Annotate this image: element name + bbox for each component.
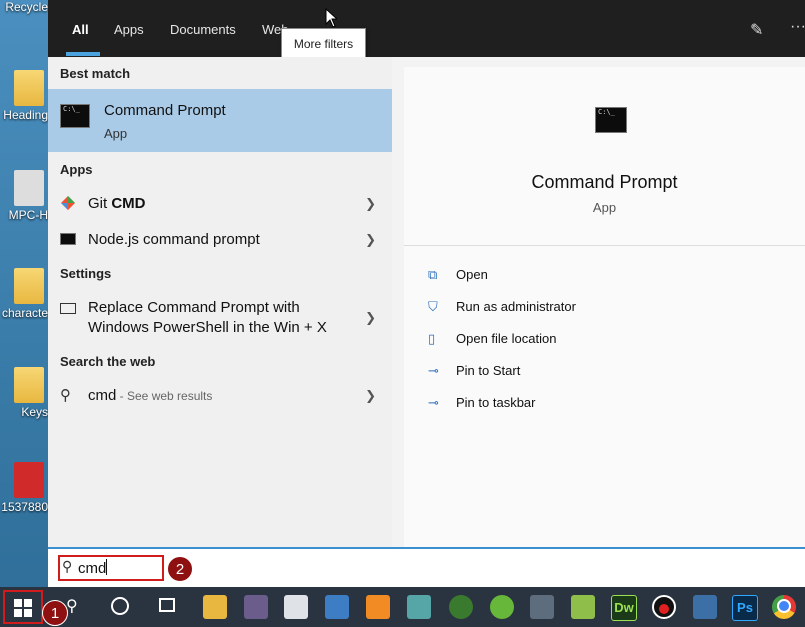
desktop-label: Keys <box>21 405 48 419</box>
pin-icon: ⊸ <box>428 395 439 410</box>
result-label: Git CMD <box>88 195 146 212</box>
notepadpp-icon[interactable] <box>571 595 595 619</box>
tab-underline <box>66 52 100 56</box>
section-search-web: Search the web <box>60 354 156 369</box>
git-icon <box>61 196 75 210</box>
best-match-command-prompt[interactable]: C:\_ Command Prompt App <box>48 89 392 152</box>
desktop-label: Heading <box>3 108 48 122</box>
feedback-icon[interactable]: ✎ <box>750 20 768 39</box>
app-green-icon[interactable] <box>449 595 473 619</box>
tab-apps[interactable]: Apps <box>114 22 144 37</box>
desktop-icon-character[interactable]: characte <box>0 268 48 320</box>
action-pin-to-start[interactable]: ⊸ Pin to Start <box>428 363 520 379</box>
python-icon[interactable] <box>693 595 717 619</box>
result-git-cmd[interactable]: Git CMD ❯ <box>48 189 392 219</box>
document-icon <box>14 462 44 498</box>
calculator-icon[interactable] <box>284 595 308 619</box>
filter-bar: All Apps Documents Web ✎ ··· More filter… <box>48 0 805 60</box>
folder-icon <box>14 367 44 403</box>
step-badge-2: 2 <box>167 556 193 582</box>
setting-line-1: Replace Command Prompt with <box>88 299 300 316</box>
step-badge-1: 1 <box>42 600 68 626</box>
action-pin-to-taskbar[interactable]: ⊸ Pin to taskbar <box>428 395 536 411</box>
file-location-icon: ▯ <box>428 331 436 346</box>
start-search-panel: All Apps Documents Web ✎ ··· More filter… <box>48 0 805 587</box>
search-icon: ⚲ <box>60 387 71 404</box>
shield-icon: ⛉ <box>428 299 438 314</box>
action-open-file-location[interactable]: ▯ Open file location <box>428 331 556 347</box>
photoshop-icon[interactable]: Ps <box>732 595 758 621</box>
best-match-subtitle: App <box>104 126 128 141</box>
open-icon: ⧉ <box>428 267 438 282</box>
desktop-icon-keys[interactable]: Keys <box>0 367 48 419</box>
mpc-icon <box>14 170 44 206</box>
cortana-icon[interactable] <box>111 597 129 615</box>
tab-documents[interactable]: Documents <box>170 22 236 37</box>
desktop-icon-recycle[interactable]: Recycle <box>0 0 48 14</box>
paint-icon[interactable] <box>244 595 268 619</box>
xampp-icon[interactable] <box>366 595 390 619</box>
search-highlight-box <box>58 555 164 581</box>
network-tool-icon[interactable] <box>530 595 554 619</box>
search-input[interactable]: cmd <box>78 559 108 577</box>
utorrent-icon[interactable] <box>490 595 514 619</box>
thunderbird-icon[interactable] <box>325 595 349 619</box>
desktop-icon-file[interactable]: 1537880 <box>0 462 48 514</box>
desktop-label: Recycle <box>5 0 48 14</box>
section-best-match: Best match <box>60 66 131 81</box>
taskbar: 1 ⚲ Dw Ps <box>0 587 805 627</box>
task-view-icon[interactable] <box>159 598 175 612</box>
settings-monitor-icon <box>60 303 76 314</box>
result-powershell-setting[interactable]: Replace Command Prompt with Windows Powe… <box>48 293 392 343</box>
detail-subtitle: App <box>592 200 617 215</box>
section-apps: Apps <box>60 162 93 177</box>
best-match-title: Command Prompt <box>104 102 226 119</box>
windows-start-icon[interactable] <box>14 599 32 617</box>
mouse-cursor-icon <box>325 8 337 28</box>
setting-line-2: Windows PowerShell in the Win + X <box>88 319 327 336</box>
divider <box>404 245 805 246</box>
search-icon[interactable]: ⚲ <box>66 596 78 616</box>
action-run-as-admin[interactable]: ⛉ Run as administrator <box>428 299 576 315</box>
folder-icon <box>14 70 44 106</box>
detail-title: Command Prompt <box>531 172 678 192</box>
detail-pane: C:\_ Command Prompt App ⧉ Open ⛉ Run as ad… <box>404 67 805 547</box>
chevron-right-icon[interactable]: ❯ <box>365 196 376 212</box>
dreamweaver-icon[interactable]: Dw <box>611 595 637 621</box>
pin-icon: ⊸ <box>428 363 439 378</box>
desktop-label: characte <box>1 306 48 320</box>
search-box[interactable]: ⚲ cmd 2 <box>48 547 805 587</box>
chrome-icon[interactable] <box>772 595 796 619</box>
search-icon: ⚲ <box>62 558 73 574</box>
results-list: Best match C:\_ Command Prompt App Apps … <box>48 57 392 547</box>
result-nodejs[interactable]: Node.js command prompt ❯ <box>48 225 392 255</box>
more-filters-tooltip: More filters <box>281 28 366 60</box>
tab-all[interactable]: All <box>72 22 89 37</box>
chevron-right-icon[interactable]: ❯ <box>365 310 376 326</box>
chevron-right-icon[interactable]: ❯ <box>365 388 376 404</box>
section-settings: Settings <box>60 266 112 281</box>
console-icon <box>60 233 76 245</box>
command-prompt-large-icon: C:\_ <box>595 107 627 133</box>
result-label: cmd - See web results <box>88 387 213 404</box>
command-prompt-icon: C:\_ <box>60 104 90 128</box>
result-label: Node.js command prompt <box>88 231 260 248</box>
more-options-icon[interactable]: ··· <box>790 18 805 36</box>
result-web-search[interactable]: ⚲ cmd - See web results ❯ <box>48 381 392 411</box>
chevron-right-icon[interactable]: ❯ <box>365 232 376 248</box>
desktop: Recycle Heading MPC-H characte Keys 1537… <box>0 0 48 587</box>
desktop-icon-mpc[interactable]: MPC-H <box>0 170 48 222</box>
record-icon[interactable] <box>652 595 676 619</box>
file-explorer-icon[interactable] <box>203 595 227 619</box>
action-open[interactable]: ⧉ Open <box>428 267 488 283</box>
desktop-label: MPC-H <box>8 208 48 222</box>
folder-icon <box>14 268 44 304</box>
desktop-label: 1537880 <box>1 500 48 514</box>
notepad-icon[interactable] <box>407 595 431 619</box>
desktop-icon-heading[interactable]: Heading <box>0 70 48 122</box>
